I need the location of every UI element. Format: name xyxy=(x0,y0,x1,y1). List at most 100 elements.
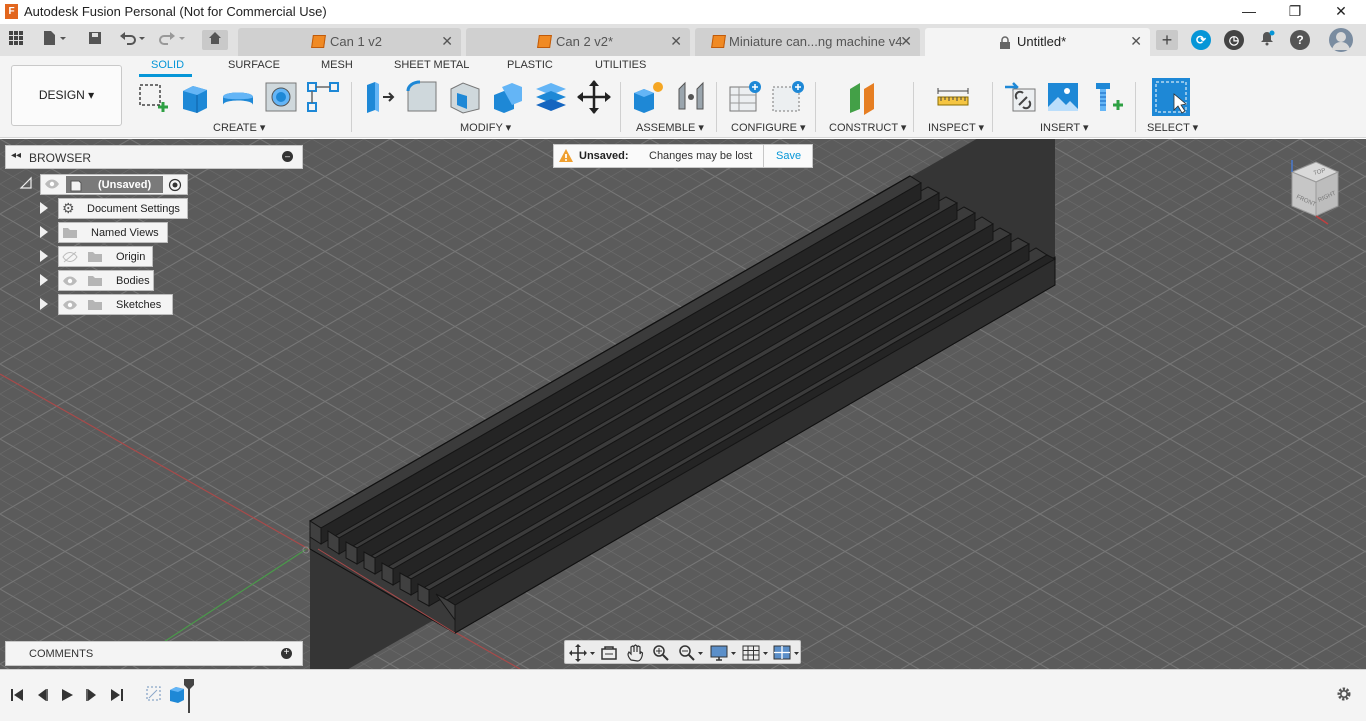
insert-derive-icon[interactable] xyxy=(1003,79,1039,115)
job-status-clock-icon[interactable]: ◷ xyxy=(1224,30,1244,50)
tab-sheet-metal[interactable]: SHEET METAL xyxy=(394,59,469,71)
expand-origin-icon[interactable] xyxy=(40,250,48,262)
timeline-settings-gear-icon[interactable] xyxy=(1336,686,1352,702)
close-tab-icon[interactable]: ✕ xyxy=(900,33,912,50)
measure-icon[interactable] xyxy=(935,79,971,115)
undo-icon[interactable] xyxy=(117,30,147,50)
configure-table-icon[interactable] xyxy=(727,79,763,115)
workspace-switcher-button[interactable]: DESIGN ▾ xyxy=(11,65,122,126)
go-to-end-icon[interactable] xyxy=(110,688,124,702)
close-tab-icon[interactable]: ✕ xyxy=(441,33,453,50)
fillet-icon[interactable] xyxy=(404,79,440,115)
comments-panel[interactable]: COMMENTS + xyxy=(5,641,303,666)
timeline-sketch-icon[interactable] xyxy=(145,684,163,704)
shell-icon[interactable] xyxy=(447,79,483,115)
browser-root-node[interactable]: (Unsaved) xyxy=(40,174,188,195)
assemble-menu[interactable]: ASSEMBLE ▾ xyxy=(636,121,704,134)
hole-icon[interactable] xyxy=(263,79,299,115)
joint-icon[interactable] xyxy=(673,79,709,115)
tab-solid[interactable]: SOLID xyxy=(151,59,184,71)
select-icon[interactable] xyxy=(1152,78,1190,116)
tab-surface[interactable]: SURFACE xyxy=(228,59,280,71)
close-tab-icon[interactable]: ✕ xyxy=(670,33,682,50)
display-settings-icon[interactable] xyxy=(710,644,740,662)
combine-icon[interactable] xyxy=(490,79,526,115)
look-at-icon[interactable] xyxy=(600,644,618,662)
create-sketch-icon[interactable] xyxy=(136,79,172,115)
select-menu[interactable]: SELECT ▾ xyxy=(1147,121,1198,134)
collapse-browser-icon[interactable]: ◂◂ xyxy=(11,150,21,161)
tab-can-1[interactable]: Can 1 v2 ✕ xyxy=(238,28,461,56)
grid-settings-icon[interactable] xyxy=(742,644,772,662)
save-icon[interactable] xyxy=(84,30,106,50)
fit-zoom-icon[interactable] xyxy=(678,644,706,662)
extrude-icon[interactable] xyxy=(177,79,213,115)
offset-face-icon[interactable] xyxy=(533,79,569,115)
step-back-icon[interactable] xyxy=(35,688,49,702)
user-avatar[interactable] xyxy=(1329,28,1353,52)
expand-document-settings-icon[interactable] xyxy=(40,202,48,214)
insert-mcmaster-icon[interactable] xyxy=(1088,79,1124,115)
configure-rule-icon[interactable] xyxy=(770,79,806,115)
orbit-icon[interactable] xyxy=(569,644,595,662)
hidden-eye-icon[interactable] xyxy=(62,251,78,263)
new-component-icon[interactable] xyxy=(630,79,666,115)
create-menu[interactable]: CREATE ▾ xyxy=(213,121,265,134)
maximize-button[interactable]: ❐ xyxy=(1272,0,1318,24)
root-collapse-icon[interactable] xyxy=(19,176,33,190)
activate-radio-icon[interactable] xyxy=(168,178,182,192)
configure-menu[interactable]: CONFIGURE ▾ xyxy=(731,121,806,134)
step-forward-icon[interactable] xyxy=(85,688,99,702)
extensions-icon[interactable]: ⟳ xyxy=(1191,30,1211,50)
expand-named-views-icon[interactable] xyxy=(40,226,48,238)
view-cube[interactable]: TOP FRONT RIGHT xyxy=(1282,154,1348,234)
tab-can-2[interactable]: Can 2 v2* ✕ xyxy=(466,28,690,56)
browser-item-origin[interactable]: Origin xyxy=(58,246,153,267)
file-menu-icon[interactable] xyxy=(39,30,69,50)
viewport-canvas[interactable] xyxy=(0,139,1366,669)
browser-item-document-settings[interactable]: ⚙ Document Settings xyxy=(58,198,188,219)
viewports-icon[interactable] xyxy=(773,644,803,662)
timeline-marker[interactable] xyxy=(183,679,195,713)
insert-canvas-icon[interactable] xyxy=(1045,79,1081,115)
close-tab-icon[interactable]: ✕ xyxy=(1130,33,1142,50)
pan-hand-icon[interactable] xyxy=(626,644,644,662)
tab-miniature-can[interactable]: Miniature can...ng machine v4 ✕ xyxy=(695,28,920,56)
expand-sketches-icon[interactable] xyxy=(40,298,48,310)
browser-item-named-views[interactable]: Named Views xyxy=(58,222,168,243)
add-comment-icon[interactable]: + xyxy=(281,648,292,659)
construct-menu[interactable]: CONSTRUCT ▾ xyxy=(829,121,906,134)
expand-bodies-icon[interactable] xyxy=(40,274,48,286)
browser-item-sketches[interactable]: Sketches xyxy=(58,294,173,315)
new-tab-plus-icon[interactable]: + xyxy=(1156,30,1178,50)
play-icon[interactable] xyxy=(60,688,74,702)
browser-panel-header[interactable]: ◂◂ BROWSER – xyxy=(5,145,303,169)
browser-item-bodies[interactable]: Bodies xyxy=(58,270,154,291)
go-to-start-icon[interactable] xyxy=(10,688,24,702)
save-link[interactable]: Save xyxy=(776,150,801,162)
visibility-eye-icon[interactable] xyxy=(62,299,78,311)
redo-icon[interactable] xyxy=(156,30,186,50)
browser-minimize-icon[interactable]: – xyxy=(282,151,293,162)
help-icon[interactable]: ? xyxy=(1290,30,1310,50)
modify-menu[interactable]: MODIFY ▾ xyxy=(460,121,511,134)
visibility-eye-icon[interactable] xyxy=(62,275,78,287)
tab-utilities[interactable]: UTILITIES xyxy=(595,59,646,71)
notifications-bell-icon[interactable] xyxy=(1256,30,1278,50)
minimize-button[interactable]: — xyxy=(1226,0,1272,24)
press-pull-icon[interactable] xyxy=(361,79,397,115)
tab-plastic[interactable]: PLASTIC xyxy=(507,59,553,71)
app-grid-icon[interactable] xyxy=(5,30,27,50)
insert-menu[interactable]: INSERT ▾ xyxy=(1040,121,1089,134)
move-copy-icon[interactable] xyxy=(576,79,612,115)
offset-plane-icon[interactable] xyxy=(846,79,882,115)
close-button[interactable]: ✕ xyxy=(1318,0,1364,24)
pattern-icon[interactable] xyxy=(305,79,341,115)
tab-untitled[interactable]: Untitled* ✕ xyxy=(925,28,1150,56)
home-icon[interactable] xyxy=(202,30,228,50)
revolve-icon[interactable] xyxy=(220,79,256,115)
3d-viewport[interactable]: TOP FRONT RIGHT xyxy=(0,139,1366,669)
zoom-icon[interactable] xyxy=(652,644,670,662)
inspect-menu[interactable]: INSPECT ▾ xyxy=(928,121,984,134)
tab-mesh[interactable]: MESH xyxy=(321,59,353,71)
